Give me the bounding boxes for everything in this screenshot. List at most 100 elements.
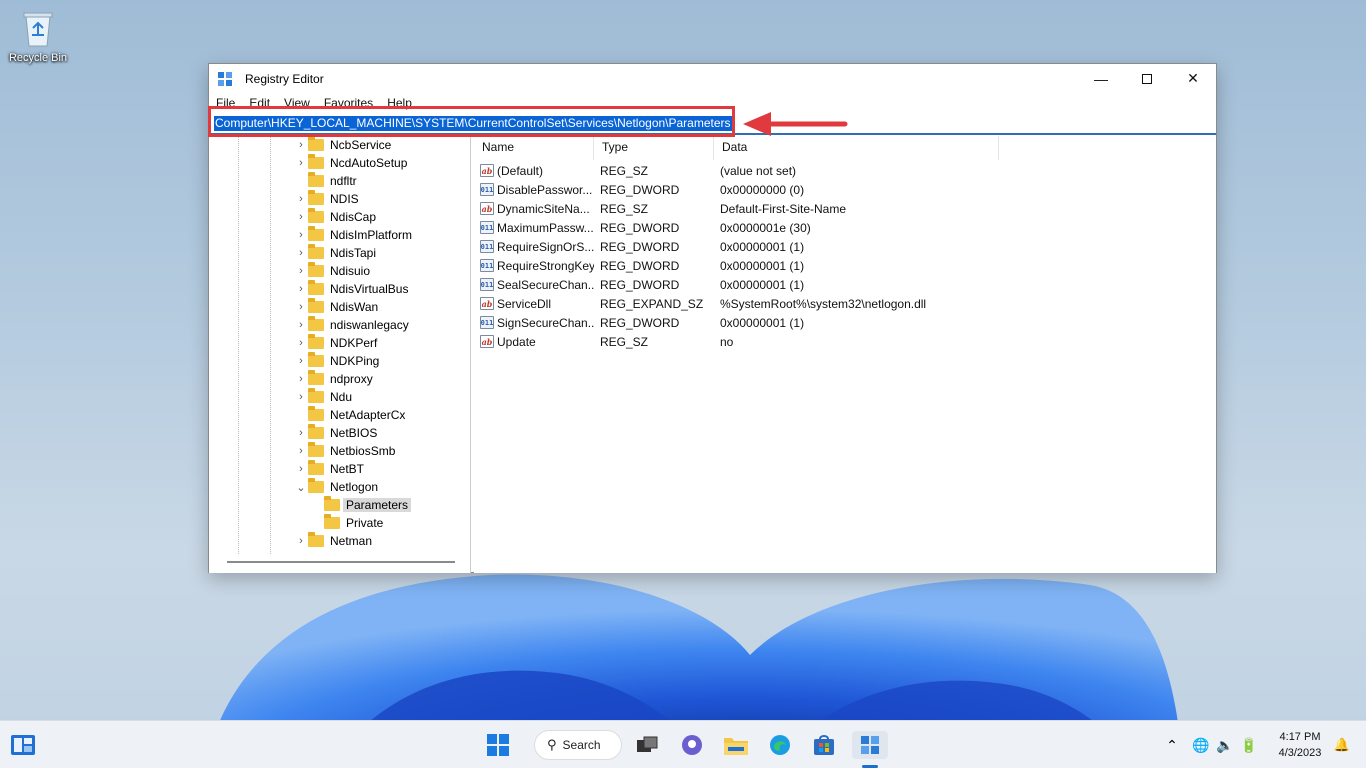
chevron-right-icon[interactable]: › xyxy=(294,301,308,313)
chat-icon xyxy=(682,735,702,755)
tree-item[interactable]: › NetbiosSmb xyxy=(294,442,395,460)
tree-item[interactable]: › NDIS xyxy=(294,190,359,208)
globe-icon: 🌐 xyxy=(1192,736,1210,753)
chevron-right-icon[interactable]: › xyxy=(294,337,308,349)
store-icon xyxy=(814,735,834,755)
tree-item[interactable]: › Ndu xyxy=(294,388,352,406)
tree-item[interactable]: › NetBIOS xyxy=(294,424,377,442)
chevron-right-icon[interactable]: › xyxy=(294,463,308,475)
key-tree-pane[interactable]: › NcbService › NcdAutoSetup ndfltr › NDIS ›… xyxy=(209,136,471,573)
tree-item[interactable]: › Ndisuio xyxy=(294,262,370,280)
tree-item-parameters[interactable]: Parameters xyxy=(310,496,412,514)
folder-icon xyxy=(308,460,324,475)
chevron-right-icon[interactable]: › xyxy=(294,319,308,331)
edge-browser-button[interactable] xyxy=(766,731,794,759)
task-view-button[interactable] xyxy=(634,731,660,759)
chevron-right-icon[interactable]: › xyxy=(294,391,308,403)
value-row[interactable]: 011 RequireSignOrS... REG_DWORD 0x0000000… xyxy=(474,237,804,256)
battery-icon: 🔋 xyxy=(1240,736,1258,753)
chevron-right-icon[interactable]: › xyxy=(294,535,308,547)
value-row[interactable]: ab DynamicSiteNa... REG_SZ Default-First-… xyxy=(474,199,846,218)
battery-button[interactable]: 🔋 xyxy=(1238,731,1260,759)
chevron-right-icon[interactable]: › xyxy=(294,427,308,439)
folder-icon xyxy=(308,262,324,277)
value-row[interactable]: ab ServiceDll REG_EXPAND_SZ %SystemRoot%\… xyxy=(474,294,926,313)
tree-item[interactable]: › NcbService xyxy=(294,136,391,154)
chevron-right-icon[interactable]: › xyxy=(294,247,308,259)
file-explorer-button[interactable] xyxy=(722,731,750,759)
folder-icon xyxy=(308,442,324,457)
folder-icon xyxy=(308,154,324,169)
chevron-right-icon[interactable]: › xyxy=(294,211,308,223)
language-button[interactable]: 🌐 xyxy=(1190,731,1212,759)
minimize-button[interactable]: — xyxy=(1078,64,1124,93)
tree-item[interactable]: › NdisCap xyxy=(294,208,376,226)
horizontal-scrollbar[interactable] xyxy=(227,561,455,563)
registry-editor-icon xyxy=(861,736,879,754)
registry-editor-taskbar-button[interactable] xyxy=(852,731,888,759)
string-value-icon: ab xyxy=(480,335,494,348)
tree-item[interactable]: › NdisVirtualBus xyxy=(294,280,408,298)
value-row[interactable]: 011 SignSecureChan... REG_DWORD 0x0000000… xyxy=(474,313,804,332)
chevron-right-icon[interactable]: › xyxy=(294,193,308,205)
tree-item[interactable]: › NetBT xyxy=(294,460,364,478)
show-hidden-icons-button[interactable]: ⌃ xyxy=(1162,731,1182,759)
window-title: Registry Editor xyxy=(245,71,324,86)
folder-open-icon xyxy=(308,478,324,493)
edge-icon xyxy=(770,735,790,755)
chevron-right-icon[interactable]: › xyxy=(294,265,308,277)
chevron-right-icon[interactable]: › xyxy=(294,157,308,169)
maximize-button[interactable] xyxy=(1124,64,1170,93)
value-row[interactable]: 011 MaximumPassw... REG_DWORD 0x0000001e … xyxy=(474,218,811,237)
column-header-type[interactable]: Type xyxy=(594,136,714,160)
chat-button[interactable] xyxy=(678,731,706,759)
value-row[interactable]: 011 RequireStrongKey REG_DWORD 0x00000001… xyxy=(474,256,804,275)
clock[interactable]: 4:17 PM 4/3/2023 xyxy=(1270,729,1330,761)
title-bar[interactable]: Registry Editor — ✕ xyxy=(209,64,1216,93)
chevron-right-icon[interactable]: › xyxy=(294,229,308,241)
chevron-right-icon[interactable]: › xyxy=(294,283,308,295)
chevron-right-icon[interactable]: › xyxy=(294,373,308,385)
binary-value-icon: 011 xyxy=(480,183,494,196)
binary-value-icon: 011 xyxy=(480,240,494,253)
start-button[interactable] xyxy=(484,731,512,759)
tree-item[interactable]: › ndproxy xyxy=(294,370,373,388)
binary-value-icon: 011 xyxy=(480,221,494,234)
volume-button[interactable]: 🔈 xyxy=(1214,731,1236,759)
chevron-down-icon[interactable]: ⌄ xyxy=(294,481,308,494)
tree-item[interactable]: › NdisImPlatform xyxy=(294,226,412,244)
column-header-data[interactable]: Data xyxy=(714,136,999,160)
values-list-pane[interactable]: Name Type Data ab (Default) REG_SZ (value… xyxy=(474,136,1216,573)
chevron-right-icon[interactable]: › xyxy=(294,445,308,457)
taskbar-search[interactable]: ⚲ Search xyxy=(534,730,622,760)
chevron-up-icon: ⌃ xyxy=(1166,736,1178,753)
close-button[interactable]: ✕ xyxy=(1170,64,1216,93)
search-label: Search xyxy=(562,738,601,752)
tree-item-private[interactable]: Private xyxy=(310,514,383,532)
value-row[interactable]: ab (Default) REG_SZ (value not set) xyxy=(474,161,796,180)
value-row[interactable]: 011 SealSecureChan... REG_DWORD 0x0000000… xyxy=(474,275,804,294)
column-header-name[interactable]: Name xyxy=(474,136,594,160)
tree-item[interactable]: › Netman xyxy=(294,532,372,550)
tree-item[interactable]: ndfltr xyxy=(294,172,357,190)
tree-item[interactable]: › NDKPerf xyxy=(294,334,377,352)
store-button[interactable] xyxy=(810,731,838,759)
tree-item[interactable]: › NcdAutoSetup xyxy=(294,154,407,172)
annotation-arrow-icon xyxy=(741,110,849,138)
value-row[interactable]: ab Update REG_SZ no xyxy=(474,332,733,351)
minimize-icon: — xyxy=(1094,70,1108,87)
notifications-button[interactable]: 🔔 xyxy=(1332,731,1352,759)
chevron-right-icon[interactable]: › xyxy=(294,355,308,367)
value-row[interactable]: 011 DisablePasswor... REG_DWORD 0x0000000… xyxy=(474,180,804,199)
maximize-icon xyxy=(1142,73,1152,84)
chevron-right-icon[interactable]: › xyxy=(294,139,308,151)
tree-item-netlogon[interactable]: ⌄ Netlogon xyxy=(294,478,378,496)
tree-item[interactable]: NetAdapterCx xyxy=(294,406,405,424)
tree-item[interactable]: › NdisWan xyxy=(294,298,378,316)
recycle-bin-desktop-icon[interactable]: Recycle Bin xyxy=(4,8,72,64)
tree-item[interactable]: › NDKPing xyxy=(294,352,379,370)
tree-item[interactable]: › ndiswanlegacy xyxy=(294,316,409,334)
widgets-button[interactable] xyxy=(6,731,40,759)
tree-item[interactable]: › NdisTapi xyxy=(294,244,376,262)
clock-time: 4:17 PM xyxy=(1279,731,1321,743)
